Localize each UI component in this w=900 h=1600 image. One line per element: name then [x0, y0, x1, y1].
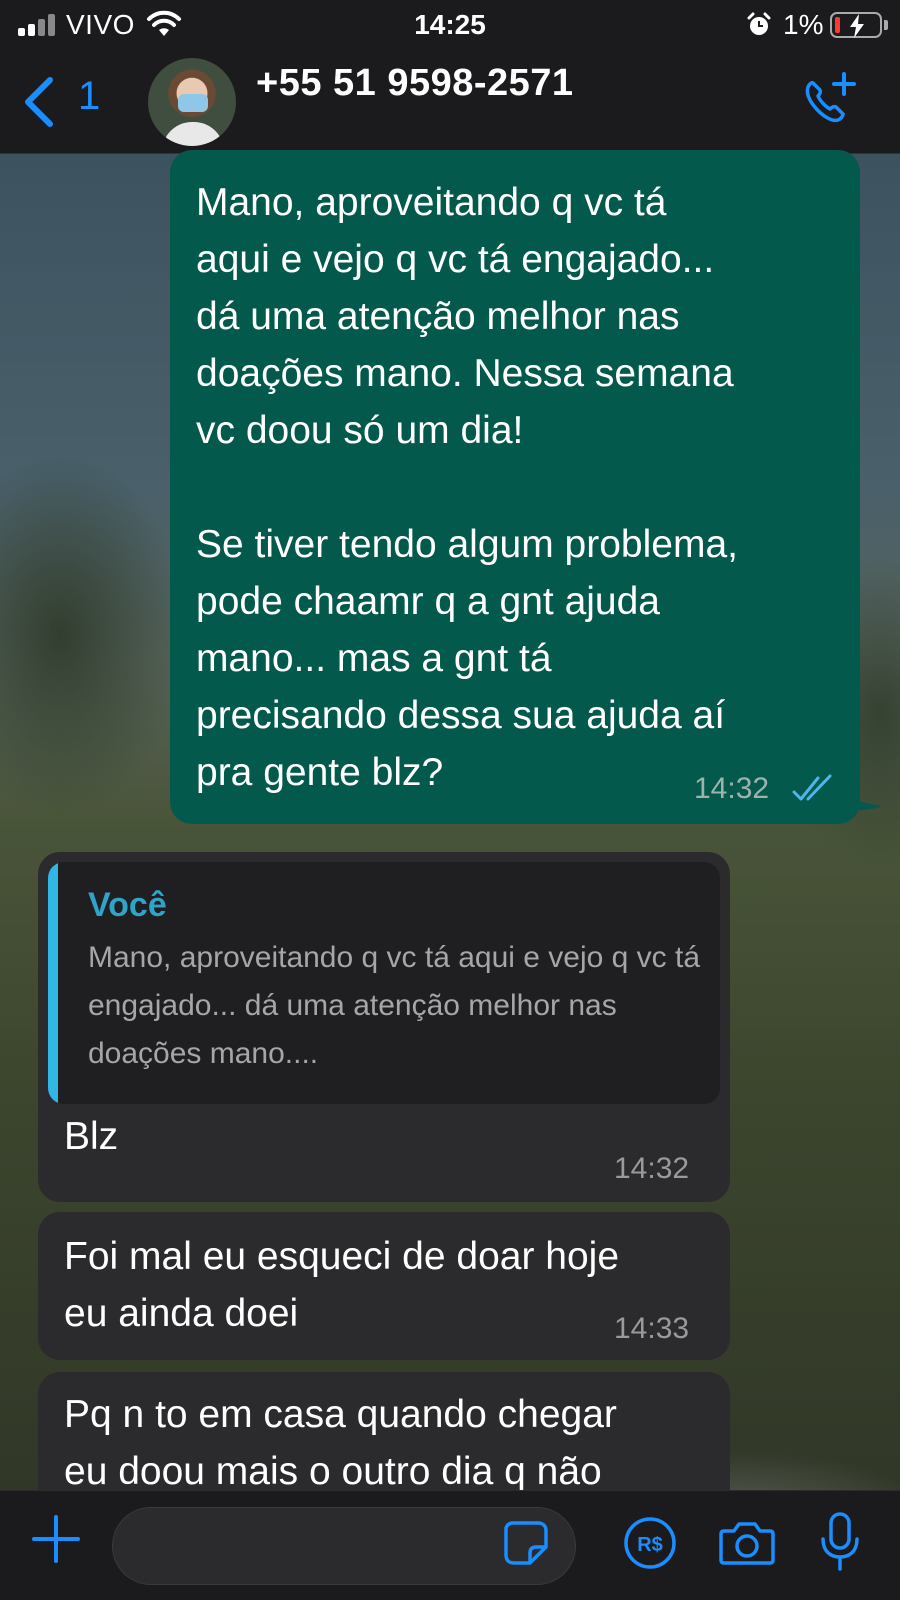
message-text: Mano, aproveitando q vc tá aqui e vejo q… [196, 181, 738, 794]
message-text: Pq n to em casa quando chegar eu doou ma… [64, 1393, 617, 1493]
outgoing-message[interactable]: Mano, aproveitando q vc tá aqui e vejo q… [170, 150, 860, 824]
message-text: Blz [64, 1115, 119, 1158]
add-call-icon[interactable] [800, 70, 858, 130]
plus-icon[interactable] [30, 1513, 82, 1565]
camera-icon[interactable] [718, 1519, 776, 1567]
back-chevron-icon[interactable] [20, 76, 56, 128]
battery-tip [884, 20, 888, 30]
incoming-message[interactable]: Foi mal eu esqueci de doar hoje eu ainda… [38, 1212, 730, 1360]
read-receipt-icon [792, 774, 832, 801]
payment-icon[interactable]: R$ [622, 1515, 678, 1571]
message-time: 14:32 [694, 772, 770, 805]
sticker-icon[interactable] [502, 1519, 550, 1567]
quoted-message[interactable]: Você Mano, aproveitando q vc tá aqui e v… [48, 862, 720, 1104]
contact-name[interactable]: +55 51 9598-2571 [256, 62, 574, 105]
quote-bar [48, 862, 58, 1104]
status-bar: VIVO 14:25 1% [0, 0, 900, 50]
microphone-icon[interactable] [818, 1511, 862, 1575]
quote-author: Você [88, 886, 167, 924]
back-unread-count[interactable]: 1 [78, 74, 100, 119]
battery-charging-icon [830, 12, 882, 38]
contact-avatar[interactable] [148, 58, 236, 146]
message-time: 14:33 [614, 1312, 690, 1345]
battery-percentage: 1% [783, 9, 824, 40]
message-time: 14:32 [614, 1152, 690, 1185]
composer-bar: R$ [0, 1490, 900, 1600]
incoming-message[interactable]: Você Mano, aproveitando q vc tá aqui e v… [38, 852, 730, 1202]
chat-header: 1 +55 51 9598-2571 [0, 50, 900, 154]
quote-text: Mano, aproveitando q vc tá aqui e vejo q… [88, 941, 701, 1070]
alarm-icon [747, 12, 771, 35]
svg-text:R$: R$ [637, 1534, 663, 1556]
